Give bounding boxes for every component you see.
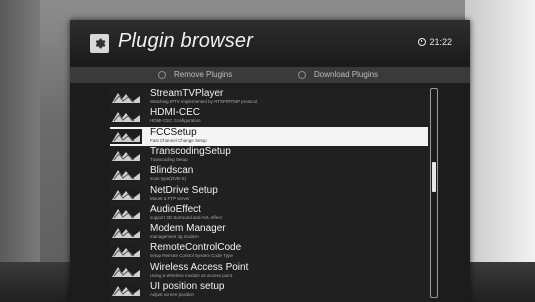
plugin-name: FCCSetup <box>150 126 197 138</box>
clock: 21:22 <box>418 37 452 47</box>
plugin-name: HDMI-CEC <box>150 107 200 119</box>
plugin-list-item[interactable]: UI position setup Adjust screen position <box>110 281 428 300</box>
plugin-description: Transcoding Setup <box>150 156 188 162</box>
plugin-thumbnail-icon <box>110 128 142 144</box>
plugin-name: Wireless Access Point <box>150 261 249 273</box>
plugin-list-item[interactable]: TranscodingSetup Transcoding Setup <box>110 146 428 165</box>
plugin-list-item[interactable]: NetDrive Setup Mount a FTP server <box>110 185 428 204</box>
plugin-name: UI position setup <box>150 281 225 292</box>
plugin-thumbnail-icon <box>110 109 142 125</box>
tab-bar: Remove Plugins Download Plugins <box>70 67 470 83</box>
clock-time: 21:22 <box>429 37 452 47</box>
plugin-list-item[interactable]: StreamTVPlayer Watching IPTV implemented … <box>110 88 428 107</box>
plugin-text: Wireless Access Point Using a Wireless mo… <box>150 262 248 279</box>
plugin-text: Blindscan scan type(DVB-S) <box>150 165 193 182</box>
plugin-thumbnail-icon <box>110 205 142 221</box>
plugin-name: NetDrive Setup <box>150 184 218 196</box>
plugin-description: HDMI-CEC Configuration <box>150 118 201 124</box>
plugin-name: Blindscan <box>150 165 194 177</box>
plugin-thumbnail-icon <box>110 90 142 105</box>
plugin-thumbnail-icon <box>110 283 142 298</box>
plugin-text: AudioEffect support 3D Surround and AVL e… <box>150 204 222 221</box>
plugin-list-item[interactable]: RemoteControlCode setup Remote Control Sy… <box>110 242 428 261</box>
plugin-thumbnail-icon <box>110 225 142 241</box>
plugin-name: AudioEffect <box>150 203 201 215</box>
plugin-list-item[interactable]: FCCSetup Fast Channel Change Setup <box>110 126 428 146</box>
plugin-text: UI position setup Adjust screen position <box>150 281 225 298</box>
radio-icon <box>158 70 166 79</box>
plugin-text: NetDrive Setup Mount a FTP server <box>150 185 218 202</box>
plugin-description: Adjust screen position <box>150 292 195 297</box>
plugin-description: Mount a FTP server <box>150 195 190 201</box>
plugin-name: TranscodingSetup <box>150 145 231 157</box>
plugin-thumbnail-icon <box>110 244 142 260</box>
tab-label: Remove Plugins <box>174 70 233 79</box>
plugin-list-item[interactable]: AudioEffect support 3D Surround and AVL e… <box>110 204 428 223</box>
plugin-thumbnail-icon <box>110 186 142 202</box>
clock-icon <box>418 38 427 46</box>
plugin-text: TranscodingSetup Transcoding Setup <box>150 146 231 163</box>
scrollbar-thumb[interactable] <box>432 162 436 192</box>
plugin-thumbnail-icon <box>110 147 142 163</box>
plugin-browser-window: Plugin browser 21:22 Remove Plugins Down… <box>70 20 470 302</box>
background-right-edge <box>465 0 535 302</box>
plugin-description: Using a Wireless module as access point. <box>150 272 234 278</box>
plugin-description: Fast Channel Change Setup <box>150 137 207 143</box>
plugin-description: setup Remote Control System Code Type <box>150 253 233 259</box>
plugin-list-item[interactable]: Modem Manager management 3g modem <box>110 223 428 242</box>
plugin-text: RemoteControlCode setup Remote Control Sy… <box>150 242 241 259</box>
plugin-description: scan type(DVB-S) <box>150 176 187 182</box>
scrollbar[interactable] <box>430 88 438 298</box>
plugin-thumbnail-icon <box>110 263 142 279</box>
tab-download-plugins[interactable]: Download Plugins <box>298 70 378 79</box>
plugin-description: management 3g modem <box>150 234 199 240</box>
window-header: Plugin browser 21:22 <box>70 20 470 65</box>
plugin-name: StreamTVPlayer <box>150 88 224 99</box>
tab-label: Download Plugins <box>314 70 379 79</box>
plugin-text: FCCSetup Fast Channel Change Setup <box>150 127 207 144</box>
tab-remove-plugins[interactable]: Remove Plugins <box>158 70 232 79</box>
plugin-list-item[interactable]: HDMI-CEC HDMI-CEC Configuration <box>110 107 428 126</box>
plugin-list: StreamTVPlayer Watching IPTV implemented … <box>110 88 430 302</box>
plugin-text: StreamTVPlayer Watching IPTV implemented … <box>150 88 258 105</box>
plugin-description: support 3D Surround and AVL effect <box>150 214 222 220</box>
plugin-thumbnail-icon <box>110 167 142 183</box>
plugin-name: Modem Manager <box>150 223 226 235</box>
plugin-name: RemoteControlCode <box>150 242 242 254</box>
plugin-list-item[interactable]: Wireless Access Point Using a Wireless mo… <box>110 262 428 281</box>
background-left-edge <box>0 0 40 302</box>
plugin-text: HDMI-CEC HDMI-CEC Configuration <box>150 107 201 124</box>
plugin-description: Watching IPTV implemented by RTSP/RTMP p… <box>150 99 259 104</box>
gear-icon <box>90 34 109 53</box>
radio-icon <box>298 70 306 79</box>
plugin-text: Modem Manager management 3g modem <box>150 223 226 240</box>
page-title: Plugin browser <box>118 30 254 52</box>
plugin-list-item[interactable]: Blindscan scan type(DVB-S) <box>110 165 428 184</box>
